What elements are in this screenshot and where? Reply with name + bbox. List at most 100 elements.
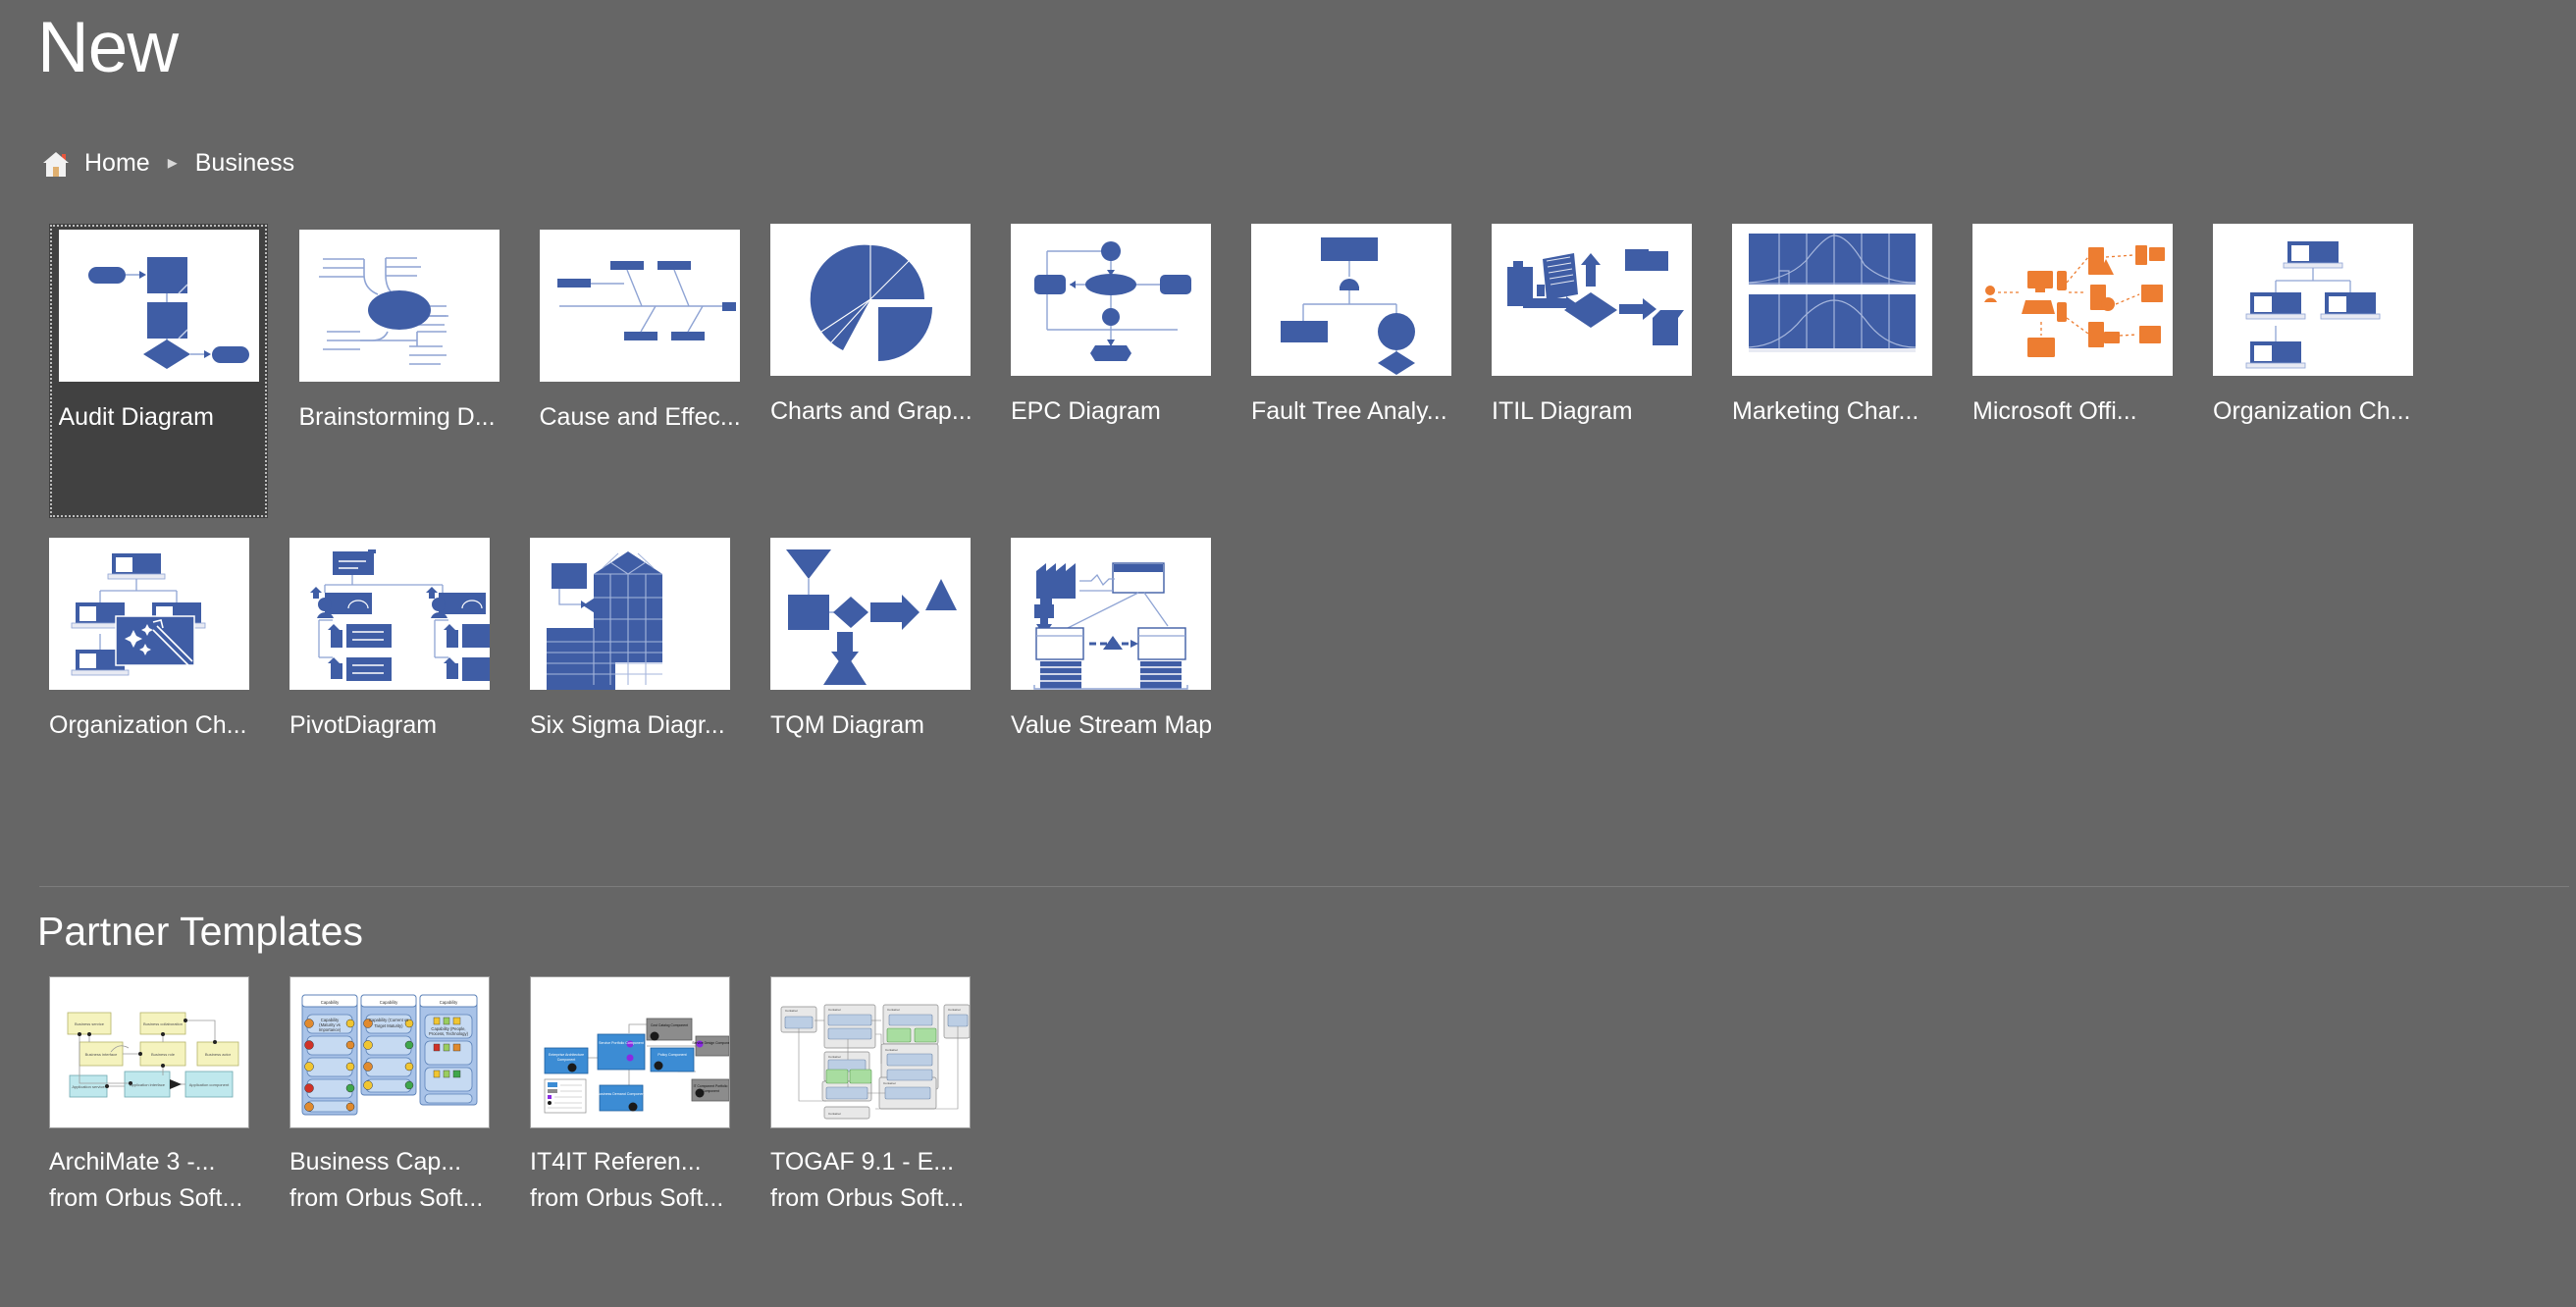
- template-label: EPC Diagram: [1011, 397, 1161, 425]
- svg-text:Capability: Capability: [321, 1000, 340, 1005]
- svg-text:Container: Container: [885, 1048, 898, 1052]
- template-label: Organization Ch...: [2213, 397, 2411, 425]
- svg-text:Container: Container: [883, 1081, 896, 1085]
- partner-tile-business-capability[interactable]: Capability Capability Capability Capabil…: [289, 976, 508, 1213]
- new-template-gallery-page: New Home ▸ Business Audit Diagram Brains…: [0, 0, 2576, 1307]
- svg-text:Container: Container: [828, 1112, 841, 1116]
- six-sigma-diagram-thumbnail: [530, 538, 730, 690]
- home-icon[interactable]: [41, 150, 71, 178]
- microsoft-office-thumbnail: [1972, 224, 2173, 376]
- svg-text:Application service: Application service: [72, 1084, 105, 1089]
- svg-text:Capability: Capability: [380, 1000, 398, 1005]
- svg-text:Process, Technology): Process, Technology): [429, 1031, 469, 1036]
- partner-template-publisher: from Orbus Soft...: [49, 1184, 243, 1212]
- svg-text:Business actor: Business actor: [205, 1052, 232, 1057]
- svg-text:Service Portfolio Component: Service Portfolio Component: [599, 1041, 644, 1045]
- template-tile-epc-diagram[interactable]: EPC Diagram: [1011, 224, 1230, 518]
- svg-text:Importance): Importance): [319, 1027, 342, 1032]
- fault-tree-analysis-thumbnail: [1251, 224, 1451, 376]
- svg-text:Container: Container: [785, 1009, 798, 1013]
- svg-text:Business service: Business service: [75, 1021, 105, 1026]
- template-tile-organization-chart-wizard[interactable]: Organization Ch...: [49, 538, 268, 740]
- breadcrumb-separator-icon: ▸: [167, 152, 178, 174]
- marketing-charts-thumbnail: [1732, 224, 1932, 376]
- template-label: TQM Diagram: [770, 711, 924, 739]
- svg-text:Application component: Application component: [189, 1082, 230, 1087]
- svg-text:Policy Component: Policy Component: [657, 1053, 686, 1057]
- partner-template-label: Business Cap...: [289, 1148, 462, 1176]
- section-divider: [39, 886, 2569, 887]
- partner-tile-togaf[interactable]: Container Container Container Container …: [770, 976, 989, 1213]
- template-tile-microsoft-office[interactable]: Microsoft Offi...: [1972, 224, 2191, 518]
- template-tile-tqm-diagram[interactable]: TQM Diagram: [770, 538, 989, 740]
- template-tile-fault-tree-analysis[interactable]: Fault Tree Analy...: [1251, 224, 1470, 518]
- svg-text:Target Maturity): Target Maturity): [374, 1023, 403, 1028]
- svg-text:Business role: Business role: [151, 1052, 176, 1057]
- charts-and-graphs-thumbnail: [770, 224, 971, 376]
- breadcrumb-current-category: Business: [194, 149, 295, 177]
- page-title: New: [37, 8, 179, 87]
- partner-template-publisher: from Orbus Soft...: [770, 1184, 965, 1212]
- template-tile-audit-diagram[interactable]: Audit Diagram: [49, 224, 268, 518]
- svg-text:Container: Container: [828, 1008, 841, 1012]
- partner-template-label: IT4IT Referen...: [530, 1148, 702, 1176]
- brainstorming-diagram-thumbnail: [298, 230, 499, 382]
- svg-text:Component: Component: [557, 1058, 576, 1062]
- svg-text:Business Demand Component: Business Demand Component: [598, 1092, 646, 1096]
- partner-template-label: ArchiMate 3 -...: [49, 1148, 216, 1176]
- partner-template-publisher: from Orbus Soft...: [530, 1184, 724, 1212]
- template-tile-brainstorming-diagram[interactable]: Brainstorming D...: [289, 224, 508, 518]
- partner-tile-archimate[interactable]: Business service Business interface Busi…: [49, 976, 268, 1213]
- partner-template-label: TOGAF 9.1 - E...: [770, 1148, 955, 1176]
- svg-text:Component: Component: [702, 1089, 719, 1093]
- partner-template-publisher: from Orbus Soft...: [289, 1184, 484, 1212]
- tqm-diagram-thumbnail: [770, 538, 971, 690]
- template-label: PivotDiagram: [289, 711, 438, 739]
- template-tile-pivot-diagram[interactable]: PivotDiagram: [289, 538, 508, 740]
- togaf-thumbnail: Container Container Container Container …: [770, 976, 971, 1128]
- svg-text:Container: Container: [887, 1008, 900, 1012]
- template-label: Fault Tree Analy...: [1251, 397, 1447, 425]
- template-label: Value Stream Map: [1011, 711, 1211, 739]
- template-tile-value-stream-map[interactable]: Value Stream Map: [1011, 538, 1230, 740]
- svg-text:Business collaboration: Business collaboration: [143, 1021, 183, 1026]
- archimate-thumbnail: Business service Business interface Busi…: [49, 976, 249, 1128]
- svg-text:Business interface: Business interface: [85, 1052, 118, 1057]
- template-grid: Audit Diagram Brainstorming D... Cause a…: [49, 224, 2502, 759]
- audit-diagram-thumbnail: [58, 230, 259, 382]
- itil-diagram-thumbnail: [1492, 224, 1692, 376]
- template-tile-organization-chart[interactable]: Organization Ch...: [2213, 224, 2432, 518]
- cause-and-effect-diagram-thumbnail: [539, 230, 740, 382]
- svg-text:IT Component Portfolio: IT Component Portfolio: [694, 1084, 728, 1088]
- business-capability-thumbnail: Capability Capability Capability Capabil…: [289, 976, 490, 1128]
- svg-text:Capability: Capability: [440, 1000, 458, 1005]
- pivot-diagram-thumbnail: [289, 538, 490, 690]
- template-tile-six-sigma-diagram[interactable]: Six Sigma Diagr...: [530, 538, 749, 740]
- organization-chart-wizard-thumbnail: [49, 538, 249, 690]
- template-tile-marketing-charts[interactable]: Marketing Char...: [1732, 224, 1951, 518]
- svg-text:Enterprise Architecture: Enterprise Architecture: [549, 1053, 584, 1057]
- template-label: Microsoft Offi...: [1972, 397, 2137, 425]
- svg-text:Service Design Component: Service Design Component: [692, 1041, 729, 1045]
- svg-text:Application interface: Application interface: [130, 1082, 166, 1087]
- template-tile-itil-diagram[interactable]: ITIL Diagram: [1492, 224, 1710, 518]
- template-label: Brainstorming D...: [298, 403, 496, 431]
- breadcrumb-home-link[interactable]: Home: [84, 149, 150, 178]
- template-label: Cause and Effec...: [539, 403, 740, 431]
- template-tile-cause-and-effect-diagram[interactable]: Cause and Effec...: [530, 224, 749, 518]
- partner-tile-it4it[interactable]: Enterprise Architecture Component Service…: [530, 976, 749, 1213]
- svg-text:Cost Catalog Component: Cost Catalog Component: [651, 1023, 688, 1027]
- template-label: Six Sigma Diagr...: [530, 711, 725, 739]
- svg-text:Container: Container: [828, 1055, 841, 1059]
- value-stream-map-thumbnail: [1011, 538, 1211, 690]
- partner-templates-heading: Partner Templates: [37, 909, 363, 954]
- template-label: Charts and Grap...: [770, 397, 971, 425]
- template-label: Marketing Char...: [1732, 397, 1919, 425]
- template-label: Organization Ch...: [49, 711, 247, 739]
- breadcrumb: Home ▸ Business: [41, 149, 294, 178]
- partner-template-grid: Business service Business interface Busi…: [49, 976, 1011, 1213]
- template-tile-charts-and-graphs[interactable]: Charts and Grap...: [770, 224, 989, 518]
- organization-chart-thumbnail: [2213, 224, 2413, 376]
- template-label: ITIL Diagram: [1492, 397, 1633, 425]
- epc-diagram-thumbnail: [1011, 224, 1211, 376]
